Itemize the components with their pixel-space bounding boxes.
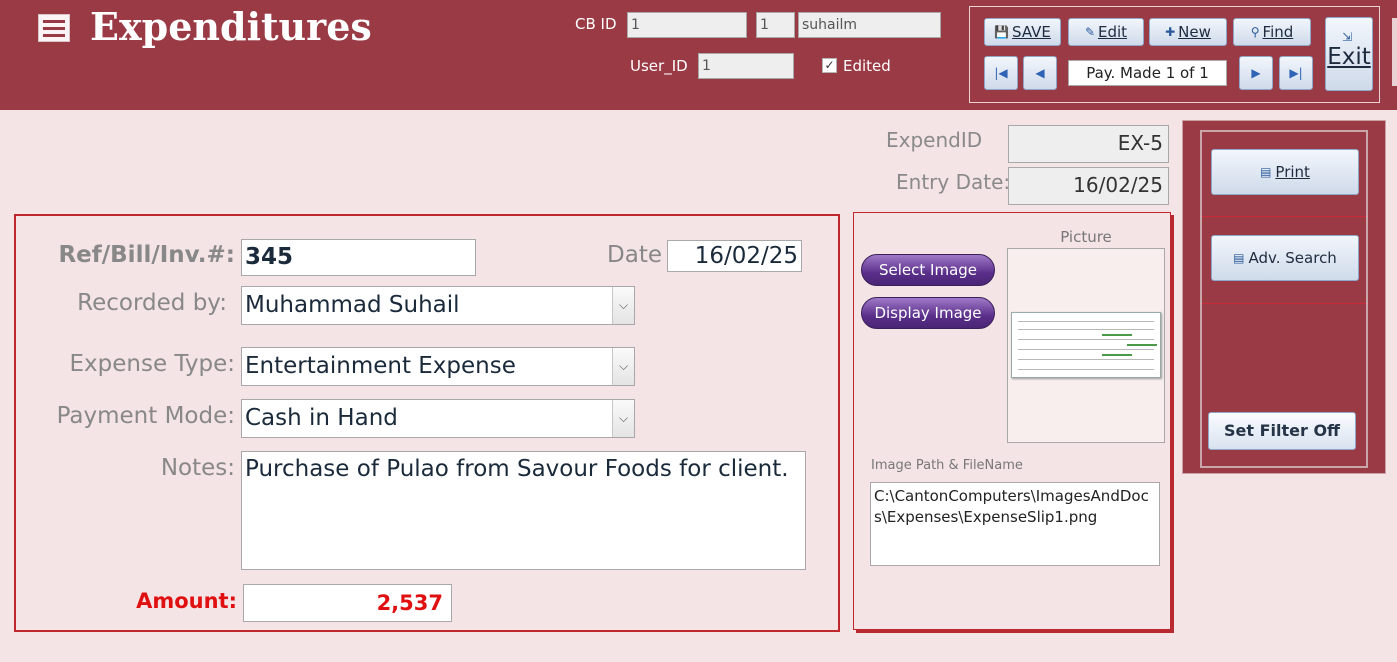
last-record-button[interactable]: ▶|	[1279, 56, 1313, 90]
toolbar-edge	[1392, 18, 1397, 86]
print-button[interactable]: ▤ Print	[1211, 149, 1359, 195]
cb-id-label: CB ID	[575, 15, 617, 33]
divider	[1202, 303, 1366, 304]
payment-mode-combo[interactable]: Cash in Hand ⌵	[241, 399, 635, 438]
page-title: Expenditures	[90, 4, 372, 49]
user-id-label: User_ID	[630, 57, 688, 75]
new-record-icon: ✚	[1165, 25, 1176, 39]
cb-id-field-2[interactable]: 1	[756, 12, 795, 38]
date-label: Date	[607, 242, 662, 268]
expend-id-field[interactable]: EX-5	[1008, 125, 1169, 163]
amount-label: Amount:	[136, 589, 237, 613]
expense-slip-thumbnail	[1011, 312, 1161, 378]
pencil-icon: ✎	[1084, 25, 1095, 39]
cb-id-field[interactable]: 1	[627, 12, 747, 38]
find-button[interactable]: ⚲ Find	[1233, 18, 1311, 46]
recorded-by-combo[interactable]: Muhammad Suhail ⌵	[241, 286, 635, 325]
form-icon	[38, 14, 70, 42]
recorded-by-label: Recorded by:	[77, 290, 227, 316]
search-icon: ▤	[1233, 251, 1245, 265]
edited-checkbox[interactable]: ✓	[822, 58, 837, 73]
entry-date-label: Entry Date:	[896, 170, 1011, 194]
next-record-button[interactable]: ▶	[1239, 56, 1273, 90]
payment-mode-label: Payment Mode:	[56, 403, 235, 429]
edited-label: Edited	[843, 57, 891, 75]
image-path-label: Image Path & FileName	[871, 458, 1023, 473]
save-icon: 💾	[994, 25, 1010, 39]
adv-search-button[interactable]: ▤ Adv. Search	[1211, 235, 1359, 281]
display-image-button[interactable]: Display Image	[861, 297, 995, 329]
record-navigator[interactable]: Pay. Made 1 of 1	[1068, 60, 1227, 86]
binoculars-icon: ⚲	[1250, 25, 1260, 39]
chevron-down-icon[interactable]: ⌵	[612, 287, 634, 324]
amount-field[interactable]: 2,537	[243, 584, 452, 622]
ref-bill-label: Ref/Bill/Inv.#:	[58, 242, 235, 268]
divider	[1202, 216, 1366, 217]
chevron-down-icon[interactable]: ⌵	[612, 348, 634, 385]
edit-button[interactable]: ✎ Edit	[1068, 18, 1144, 46]
ref-bill-field[interactable]: 345	[241, 239, 476, 276]
previous-record-button[interactable]: ◀	[1023, 56, 1057, 90]
notes-field[interactable]: Purchase of Pulao from Savour Foods for …	[241, 451, 806, 570]
save-button[interactable]: 💾 SAVE	[984, 18, 1061, 46]
picture-label: Picture	[1060, 228, 1112, 246]
chevron-down-icon[interactable]: ⌵	[612, 400, 634, 437]
set-filter-off-button[interactable]: Set Filter Off	[1208, 412, 1356, 450]
first-record-button[interactable]: |◀	[984, 56, 1018, 90]
next-icon: ▶	[1251, 66, 1261, 80]
first-record-icon: |◀	[994, 66, 1008, 80]
picture-frame[interactable]	[1007, 248, 1165, 443]
exit-icon: ⇲	[1342, 30, 1353, 44]
new-button[interactable]: ✚ New	[1149, 18, 1227, 46]
expend-id-label: ExpendID	[886, 128, 983, 152]
last-record-icon: ▶|	[1289, 66, 1303, 80]
exit-button[interactable]: ⇲ Exit	[1325, 17, 1373, 91]
entry-date-field[interactable]: 16/02/25	[1008, 167, 1169, 205]
print-icon: ▤	[1260, 165, 1272, 179]
previous-icon: ◀	[1035, 66, 1045, 80]
select-image-button[interactable]: Select Image	[861, 254, 995, 286]
expense-type-combo[interactable]: Entertainment Expense ⌵	[241, 347, 635, 386]
expense-type-label: Expense Type:	[69, 351, 236, 377]
user-id-field[interactable]: 1	[698, 53, 794, 79]
image-path-field[interactable]: C:\CantonComputers\ImagesAndDocs\Expense…	[870, 482, 1160, 566]
date-field[interactable]: 16/02/25	[667, 240, 802, 272]
username-field[interactable]: suhailm	[798, 12, 941, 38]
notes-label: Notes:	[160, 455, 235, 481]
